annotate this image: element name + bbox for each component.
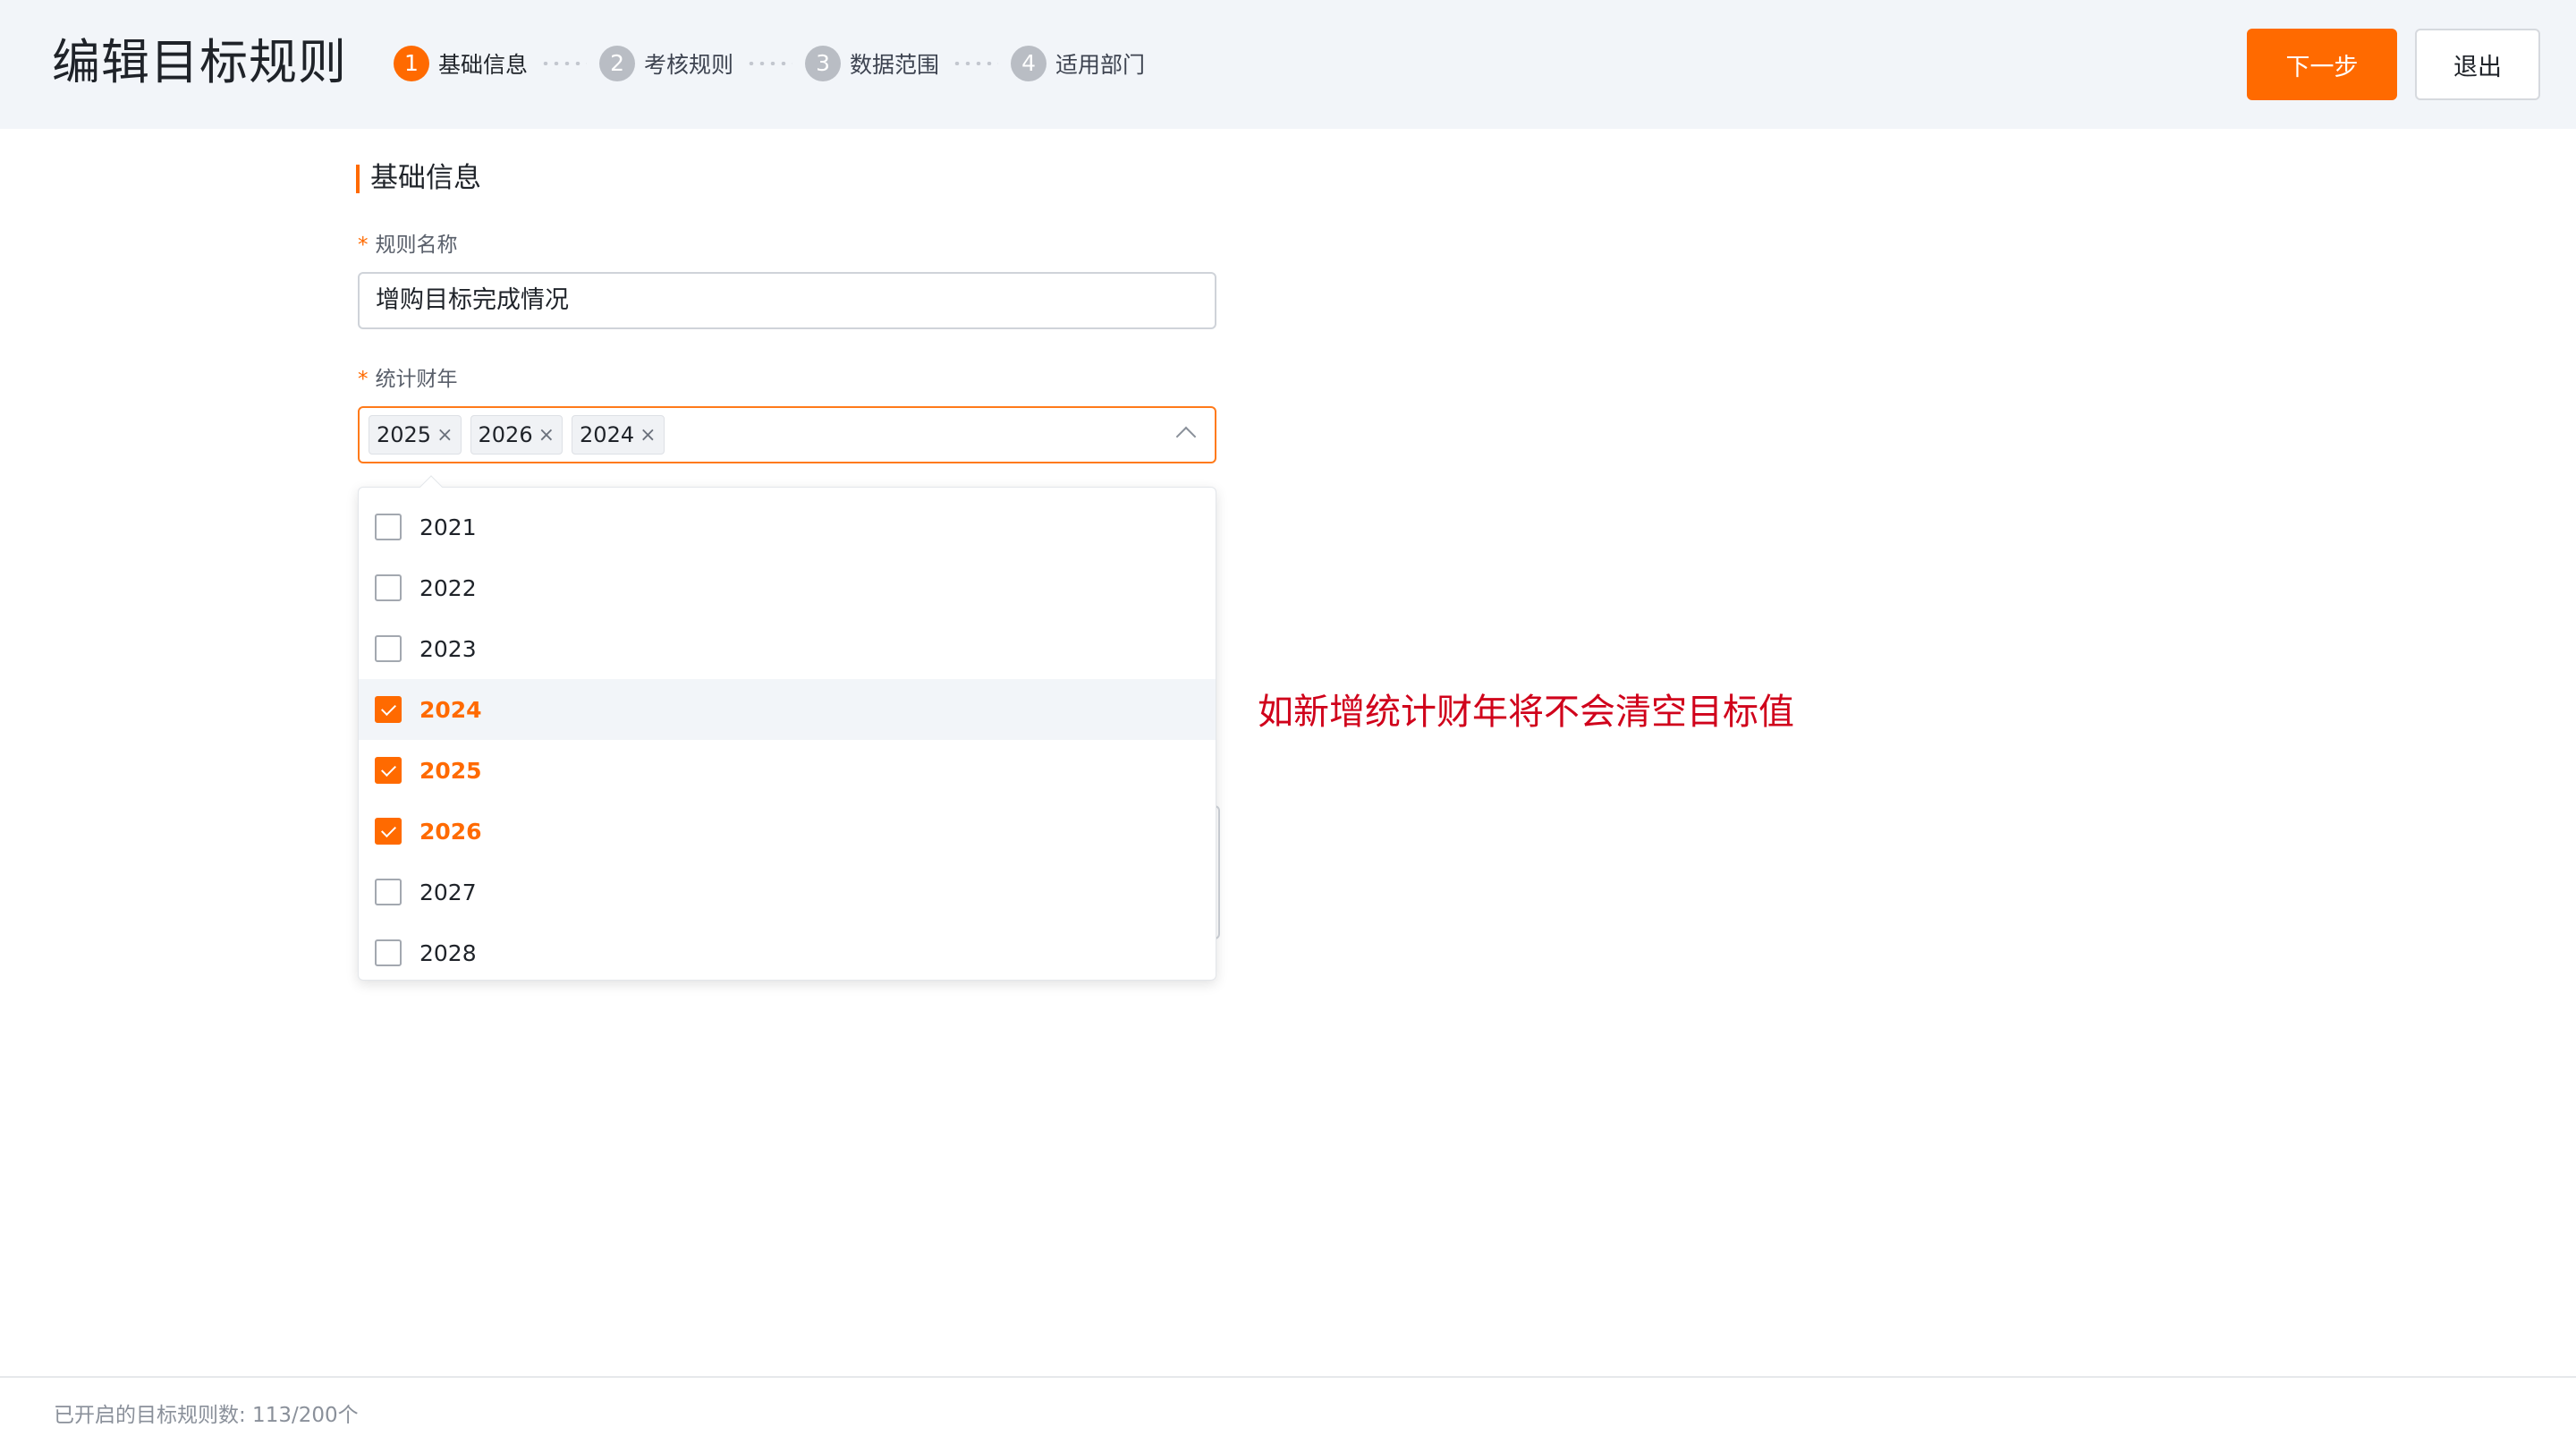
tag-label: 2026 — [478, 422, 533, 447]
option-label: 2022 — [419, 574, 477, 601]
checkbox-checked[interactable] — [375, 818, 402, 845]
step-label: 基础信息 — [438, 52, 529, 78]
rule-name-label-text: 规则名称 — [375, 234, 458, 257]
option-label: 2024 — [419, 696, 482, 723]
top-bar: 编辑目标规则 1 基础信息 2 考核规则 3 数据范围 4 适用部门 下一步 退… — [0, 0, 2576, 129]
tag-label: 2025 — [377, 422, 432, 447]
step-label: 考核规则 — [644, 52, 734, 78]
checkbox[interactable] — [375, 514, 402, 540]
option-2027[interactable]: 2027 — [359, 862, 1216, 922]
checkbox[interactable] — [375, 635, 402, 662]
option-label: 2021 — [419, 514, 477, 540]
option-2028[interactable]: 2028 — [359, 922, 1216, 983]
checkbox[interactable] — [375, 939, 402, 966]
required-mark: * — [358, 368, 369, 391]
step-connector — [952, 62, 999, 65]
checkbox[interactable] — [375, 574, 402, 601]
step-connector — [746, 62, 793, 65]
chevron-up-icon[interactable] — [1175, 426, 1197, 447]
checkbox-checked[interactable] — [375, 696, 402, 723]
option-label: 2028 — [419, 939, 477, 966]
fiscal-year-select[interactable]: 2025 × 2026 × 2024 × — [358, 406, 1216, 463]
checkbox-checked[interactable] — [375, 757, 402, 784]
step-connector — [540, 62, 588, 65]
fiscal-year-label: * 统计财年 — [358, 365, 458, 394]
step-label: 适用部门 — [1055, 52, 1146, 78]
close-icon[interactable]: × — [436, 424, 453, 446]
fiscal-year-label-text: 统计财年 — [375, 368, 458, 391]
option-label: 2027 — [419, 879, 477, 905]
section-title: 基础信息 — [370, 162, 481, 194]
step-departments[interactable]: 4 适用部门 — [1011, 46, 1145, 81]
footer-divider — [0, 1376, 2576, 1378]
next-step-button[interactable]: 下一步 — [2247, 29, 2397, 100]
selected-tag: 2024 × — [572, 415, 665, 455]
checkbox[interactable] — [375, 879, 402, 905]
close-icon[interactable]: × — [538, 424, 555, 446]
step-number: 1 — [394, 46, 429, 81]
option-2024[interactable]: 2024 — [359, 679, 1216, 740]
section-accent-bar — [356, 165, 360, 193]
option-2023[interactable]: 2023 — [359, 618, 1216, 679]
tag-label: 2024 — [580, 422, 635, 447]
close-icon[interactable]: × — [640, 424, 656, 446]
exit-button[interactable]: 退出 — [2415, 29, 2540, 100]
step-basic-info[interactable]: 1 基础信息 — [394, 46, 528, 81]
option-2025[interactable]: 2025 — [359, 740, 1216, 801]
annotation-note: 如新增统计财年将不会清空目标值 — [1258, 692, 1794, 733]
step-number: 2 — [599, 46, 636, 81]
option-label: 2026 — [419, 818, 482, 845]
fiscal-year-dropdown: 2021 2022 2023 2024 2025 2026 2027 2028 — [358, 475, 1216, 983]
option-label: 2025 — [419, 757, 482, 784]
stepper: 1 基础信息 2 考核规则 3 数据范围 4 适用部门 — [394, 45, 1145, 82]
step-label: 数据范围 — [850, 52, 940, 78]
required-mark: * — [358, 234, 369, 257]
footer-rule-count: 已开启的目标规则数: 113/200个 — [54, 1404, 359, 1427]
option-2026[interactable]: 2026 — [359, 801, 1216, 862]
option-label: 2023 — [419, 635, 477, 662]
dropdown-arrow — [419, 475, 443, 498]
option-2022[interactable]: 2022 — [359, 557, 1216, 618]
option-2021[interactable]: 2021 — [359, 497, 1216, 557]
step-data-scope[interactable]: 3 数据范围 — [805, 46, 939, 81]
selected-tag: 2026 × — [470, 415, 564, 455]
page-title: 编辑目标规则 — [52, 34, 347, 90]
step-number: 3 — [805, 46, 842, 81]
step-number: 4 — [1011, 46, 1047, 81]
rule-name-input[interactable]: 增购目标完成情况 — [358, 272, 1216, 329]
selected-tag: 2025 × — [369, 415, 462, 455]
step-assessment-rules[interactable]: 2 考核规则 — [599, 46, 733, 81]
rule-name-label: * 规则名称 — [358, 231, 458, 259]
